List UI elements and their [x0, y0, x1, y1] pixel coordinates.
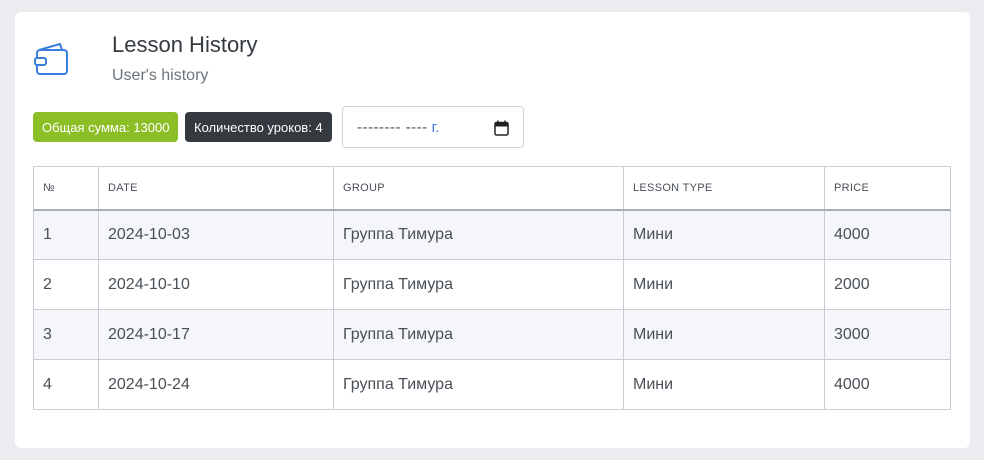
cell-number: 4: [33, 359, 99, 410]
column-header-number[interactable]: №: [33, 166, 99, 211]
table-header-row: № DATE GROUP LESSON TYPE PRICE: [33, 166, 951, 211]
cell-price: 3000: [824, 309, 951, 360]
cell-date: 2024-10-17: [98, 309, 334, 360]
column-header-lesson-type[interactable]: LESSON TYPE: [623, 166, 825, 211]
page-title: Lesson History: [112, 32, 258, 57]
cell-date: 2024-10-24: [98, 359, 334, 410]
date-year-suffix: г.: [431, 118, 440, 136]
column-header-price[interactable]: PRICE: [824, 166, 951, 211]
date-filter-input[interactable]: -------- ---- г.: [342, 106, 524, 148]
cell-number: 3: [33, 309, 99, 360]
cell-price: 2000: [824, 259, 951, 310]
table-row: 1 2024-10-03 Группа Тимура Мини 4000: [33, 209, 951, 260]
cell-lesson-type: Мини: [623, 209, 825, 260]
wallet-icon: [34, 43, 68, 75]
table-row: 3 2024-10-17 Группа Тимура Мини 3000: [33, 309, 951, 360]
cell-price: 4000: [824, 209, 951, 260]
cell-number: 2: [33, 259, 99, 310]
page-subtitle: User's history: [112, 67, 209, 84]
cell-lesson-type: Мини: [623, 309, 825, 360]
cell-date: 2024-10-03: [98, 209, 334, 260]
table-row: 4 2024-10-24 Группа Тимура Мини 4000: [33, 359, 951, 410]
lesson-history-card: Lesson History User's history Общая сумм…: [15, 12, 970, 448]
cell-group: Группа Тимура: [333, 359, 624, 410]
cell-number: 1: [33, 209, 99, 260]
date-placeholder: -------- ----: [357, 118, 428, 136]
cell-lesson-type: Мини: [623, 359, 825, 410]
calendar-icon[interactable]: [494, 120, 509, 136]
column-header-group[interactable]: GROUP: [333, 166, 624, 211]
cell-date: 2024-10-10: [98, 259, 334, 310]
total-sum-badge: Общая сумма: 13000: [33, 112, 179, 142]
lesson-history-table: № DATE GROUP LESSON TYPE PRICE 1 2024-10…: [33, 166, 951, 410]
column-header-date[interactable]: DATE: [98, 166, 334, 211]
cell-lesson-type: Мини: [623, 259, 825, 310]
table-row: 2 2024-10-10 Группа Тимура Мини 2000: [33, 259, 951, 310]
cell-group: Группа Тимура: [333, 259, 624, 310]
lesson-count-badge: Количество уроков: 4: [185, 112, 332, 142]
cell-group: Группа Тимура: [333, 209, 624, 260]
cell-group: Группа Тимура: [333, 309, 624, 360]
cell-price: 4000: [824, 359, 951, 410]
